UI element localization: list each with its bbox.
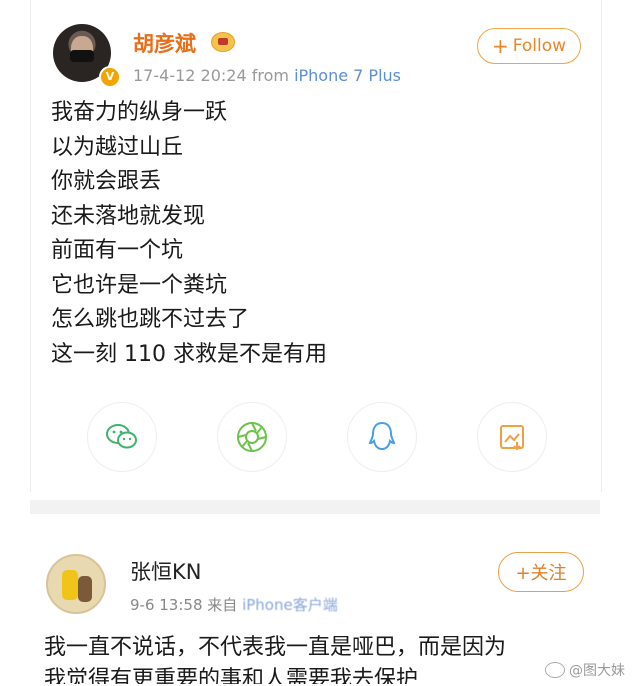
share-moments-button[interactable]: [217, 402, 287, 472]
comment-meta: 9-6 13:58 来自 iPhone客户端: [130, 594, 338, 615]
post-line: 它也许是一个粪坑: [51, 272, 228, 298]
post-line: 这一刻 110 求救是不是有用: [51, 341, 327, 367]
follow-button-cn[interactable]: +关注: [498, 552, 584, 592]
follow-label: Follow: [512, 36, 567, 56]
share-row: [31, 402, 601, 474]
post-meta: 17-4-12 20:24 from iPhone 7 Plus: [133, 66, 401, 85]
weibo-post-card: V 胡彦斌 17-4-12 20:24 from iPhone 7 Plus +…: [30, 0, 602, 492]
post-timestamp: 17-4-12 20:24: [133, 66, 247, 85]
post-line: 以为越过山丘: [51, 134, 184, 160]
post-line: 我奋力的纵身一跃: [51, 100, 228, 125]
follow-button[interactable]: + Follow: [477, 28, 581, 64]
wechat-icon: [106, 424, 137, 449]
share-qq-button[interactable]: [347, 402, 417, 472]
verified-badge-icon: V: [99, 66, 121, 88]
card-divider: [30, 500, 600, 514]
comment-body: 我一直不说话，不代表我一直是哑巴，而是因为 我觉得有更重要的事和人需要我去保护: [44, 632, 506, 684]
weibo-watermark: @图大妹: [545, 660, 625, 680]
post-line: 怎么跳也跳不过去了: [51, 307, 250, 332]
comment-line-clipped: 我觉得有更重要的事和人需要我去保护: [44, 664, 506, 684]
comment-card: 张恒KN 9-6 13:58 来自 iPhone客户端 +关注 我一直不说话，不…: [30, 520, 600, 686]
author-name[interactable]: 胡彦斌: [133, 28, 196, 58]
commenter-avatar[interactable]: [46, 554, 106, 614]
commenter-name[interactable]: 张恒KN: [130, 556, 201, 586]
comment-line: 我觉得有更重要的事和人需要我去保护: [44, 667, 419, 684]
comment-timestamp: 9-6 13:58: [130, 596, 203, 614]
share-wechat-button[interactable]: [87, 402, 157, 472]
plus-icon: +: [491, 34, 509, 58]
comment-line: 我一直不说话，不代表我一直是哑巴，而是因为: [44, 635, 507, 660]
post-line: 还未落地就发现: [51, 203, 206, 229]
watermark-text: @图大妹: [569, 663, 625, 679]
moments-icon: [237, 422, 267, 452]
post-line: 你就会跟丢: [51, 169, 162, 194]
comment-source-link[interactable]: iPhone客户端: [242, 596, 338, 614]
post-body: 我奋力的纵身一跃 以为越过山丘 你就会跟丢 还未落地就发现 前面有一个坑 它也许…: [51, 96, 327, 372]
post-source-link[interactable]: iPhone 7 Plus: [294, 66, 401, 85]
post-line: 前面有一个坑: [51, 238, 184, 263]
crown-icon: [211, 32, 235, 52]
weibo-logo-icon: [545, 662, 565, 678]
save-image-icon: [500, 425, 524, 451]
save-image-button[interactable]: [477, 402, 547, 472]
source-prefix: from: [251, 66, 289, 85]
comment-source-prefix: 来自: [207, 596, 238, 614]
qq-icon: [368, 421, 396, 451]
